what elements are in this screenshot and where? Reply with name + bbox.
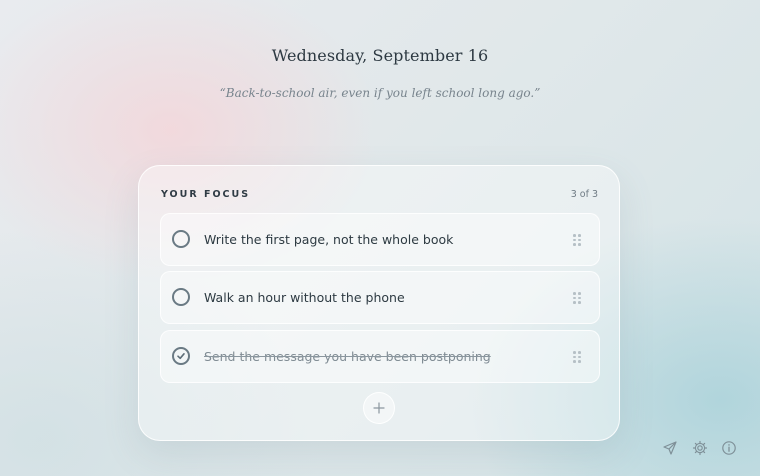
- corner-toolbar: [662, 440, 746, 458]
- gear-icon[interactable]: [692, 440, 708, 456]
- checkmark-icon: [177, 353, 185, 360]
- task-text[interactable]: Write the first page, not the whole book: [204, 232, 453, 247]
- info-icon[interactable]: [721, 440, 737, 456]
- task-item-completed[interactable]: Send the message you have been postponin…: [160, 330, 600, 383]
- daily-quote: “Back-to-school air, even if you left sc…: [219, 86, 541, 100]
- drag-handle-icon[interactable]: [573, 351, 581, 363]
- task-text[interactable]: Send the message you have been postponin…: [204, 349, 491, 364]
- task-item[interactable]: Write the first page, not the whole book: [160, 213, 600, 266]
- focus-card: YOUR FOCUS 3 of 3 Write the first page, …: [138, 165, 620, 441]
- date-heading: Wednesday, September 16: [271, 46, 489, 65]
- drag-handle-icon[interactable]: [573, 234, 581, 246]
- task-checkbox-checked[interactable]: [172, 347, 190, 365]
- task-checkbox[interactable]: [172, 288, 190, 306]
- task-checkbox[interactable]: [172, 230, 190, 248]
- task-text[interactable]: Walk an hour without the phone: [204, 290, 405, 305]
- task-item[interactable]: Walk an hour without the phone: [160, 271, 600, 324]
- task-count: 3 of 3: [570, 189, 598, 200]
- drag-handle-icon[interactable]: [573, 292, 581, 304]
- focus-card-title: YOUR FOCUS: [161, 189, 251, 200]
- plus-icon: [373, 402, 385, 414]
- add-task-button[interactable]: [363, 392, 395, 424]
- send-icon[interactable]: [662, 440, 678, 456]
